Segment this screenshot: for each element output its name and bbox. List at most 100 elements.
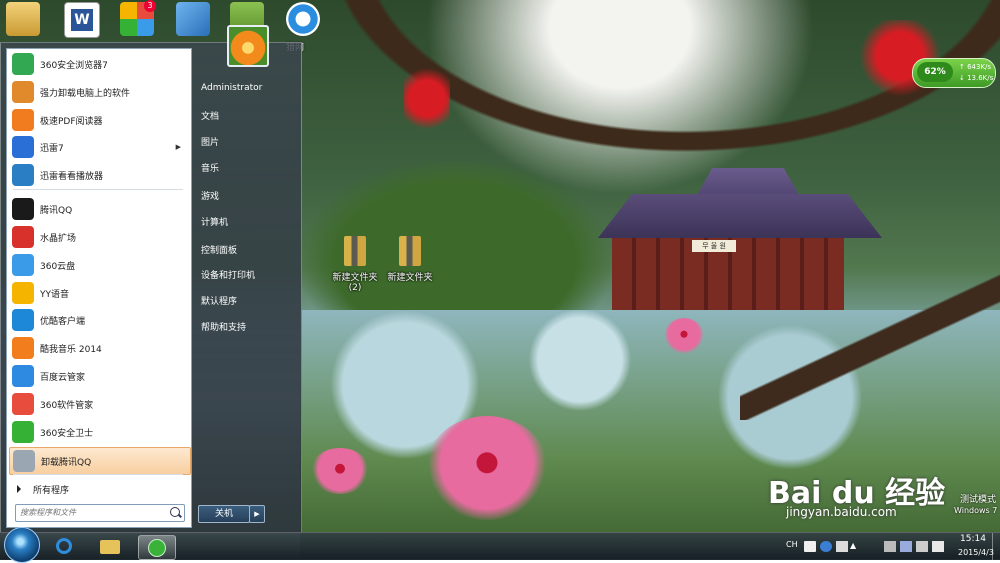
flag-icon[interactable] bbox=[932, 541, 944, 552]
folder-label-suffix: (2) bbox=[348, 283, 362, 293]
shutdown-button[interactable]: 关机 bbox=[198, 505, 250, 523]
right-item-computer[interactable]: 计算机 bbox=[201, 215, 228, 228]
recycle-icon bbox=[13, 450, 35, 472]
right-item-music[interactable]: 音乐 bbox=[201, 161, 219, 174]
network-tray-icon[interactable] bbox=[900, 541, 912, 552]
tree-branch-right bbox=[740, 270, 1000, 420]
hibiscus-flower bbox=[426, 416, 548, 520]
network-speed-widget[interactable]: 62% ↑ 643K/s ↓ 13.6K/s bbox=[912, 58, 996, 88]
folder-icon[interactable] bbox=[6, 2, 40, 36]
all-programs-button[interactable]: 所有程序 bbox=[9, 478, 189, 500]
program-item[interactable]: 360安全浏览器7 bbox=[9, 51, 189, 77]
tray-expand-icon[interactable]: ▲ bbox=[850, 541, 862, 552]
taskbar-explorer-button[interactable] bbox=[92, 535, 128, 558]
triangle-right-icon bbox=[17, 485, 21, 493]
program-label: 优酷客户端 bbox=[40, 316, 86, 327]
download-speed-value: 13.6K/s bbox=[967, 74, 994, 82]
upload-speed-value: 643K/s bbox=[967, 63, 992, 71]
checkbox-icon[interactable] bbox=[804, 541, 816, 552]
program-label: 迅雷看看播放器 bbox=[40, 171, 104, 182]
desktop-folder-2[interactable]: 新建文件夹 bbox=[380, 236, 440, 283]
program-item[interactable]: 360云盘 bbox=[9, 252, 189, 278]
crystal-icon bbox=[12, 226, 34, 248]
taskbar-360-button[interactable] bbox=[138, 535, 176, 560]
program-label: YY语音 bbox=[40, 289, 69, 300]
help-icon[interactable] bbox=[820, 541, 832, 552]
upload-speed: ↑ 643K/s bbox=[959, 63, 992, 71]
program-item[interactable]: 水晶扩场 bbox=[9, 224, 189, 250]
network-icon[interactable] bbox=[176, 2, 210, 36]
submenu-arrow-icon: ▶ bbox=[175, 143, 181, 151]
right-item-devices-printers[interactable]: 设备和打印机 bbox=[201, 268, 255, 281]
clock-time[interactable]: 15:14 bbox=[960, 534, 986, 544]
program-item[interactable]: 极速PDF阅读器 bbox=[9, 107, 189, 133]
program-item[interactable]: 百度云管家 bbox=[9, 363, 189, 389]
right-item-help-support[interactable]: 帮助和支持 bbox=[201, 320, 246, 333]
folder-icon bbox=[100, 540, 120, 554]
program-item[interactable]: 卸载腾讯QQ bbox=[9, 447, 191, 475]
right-item-games[interactable]: 游戏 bbox=[201, 189, 219, 202]
right-item-administrator[interactable]: Administrator bbox=[201, 83, 262, 93]
program-label: 水晶扩场 bbox=[40, 233, 77, 244]
program-label: 极速PDF阅读器 bbox=[40, 116, 103, 127]
device-icon[interactable] bbox=[884, 541, 896, 552]
browser-icon[interactable]: 猎网 bbox=[286, 2, 320, 53]
browser-360-icon bbox=[12, 53, 34, 75]
program-label: 腾讯QQ bbox=[40, 205, 73, 216]
program-item[interactable]: 360软件管家 bbox=[9, 391, 189, 417]
program-label: 强力卸载电脑上的软件 bbox=[40, 88, 131, 99]
program-label: 百度云管家 bbox=[40, 372, 86, 383]
right-item-pictures[interactable]: 图片 bbox=[201, 135, 219, 148]
xunlei-icon bbox=[12, 136, 34, 158]
pavilion-sign: 무 울 원 bbox=[692, 240, 736, 252]
search-box[interactable] bbox=[15, 504, 185, 522]
kankan-icon bbox=[12, 164, 34, 186]
taskbar: CH ▲ bbox=[0, 527, 1000, 563]
kuwo-icon bbox=[12, 337, 34, 359]
keyboard-icon[interactable] bbox=[836, 541, 848, 552]
baidu-watermark-url: jingyan.baidu.com bbox=[786, 505, 897, 519]
red-flowers bbox=[404, 68, 450, 144]
memory-percent: 62% bbox=[917, 62, 953, 82]
search-icon[interactable] bbox=[170, 507, 180, 517]
program-item[interactable]: 迅雷7 ▶ bbox=[9, 134, 189, 160]
badge-count: 3 bbox=[144, 0, 156, 12]
folder-label: 新建文件夹 bbox=[332, 273, 378, 283]
volume-icon[interactable] bbox=[916, 541, 928, 552]
baidu-cloud-icon bbox=[12, 365, 34, 387]
program-item[interactable]: 优酷客户端 bbox=[9, 307, 189, 333]
qq-icon bbox=[12, 198, 34, 220]
right-item-documents[interactable]: 文档 bbox=[201, 109, 219, 122]
software-manager-icon[interactable]: 3 bbox=[120, 0, 156, 36]
search-input[interactable] bbox=[16, 505, 160, 519]
all-programs-label: 所有程序 bbox=[33, 485, 70, 496]
start-menu: 360安全浏览器7 强力卸载电脑上的软件 极速PDF阅读器 迅雷7 ▶ 迅雷看看播放器 腾讯… bbox=[0, 25, 302, 534]
program-item[interactable]: 酷我音乐 2014 bbox=[9, 335, 189, 361]
desktop-folder-1[interactable]: 新建文件夹 (2) bbox=[325, 236, 385, 293]
right-item-control-panel[interactable]: 控制面板 bbox=[201, 243, 237, 256]
uninstall-icon bbox=[12, 81, 34, 103]
program-item[interactable]: 迅雷看看播放器 bbox=[9, 162, 189, 188]
pdf-icon bbox=[12, 109, 34, 131]
youku-icon bbox=[12, 309, 34, 331]
start-button[interactable] bbox=[4, 527, 40, 563]
shutdown-options-button[interactable]: ▶ bbox=[249, 505, 265, 523]
360-browser-icon bbox=[148, 539, 166, 557]
language-indicator[interactable]: CH bbox=[786, 540, 798, 549]
user-avatar[interactable] bbox=[227, 25, 269, 67]
word-icon[interactable]: W bbox=[64, 2, 100, 38]
program-item[interactable]: YY语音 bbox=[9, 280, 189, 306]
taskbar-ie-button[interactable] bbox=[46, 535, 82, 558]
program-label: 卸载腾讯QQ bbox=[41, 457, 92, 468]
program-item[interactable]: 强力卸载电脑上的软件 bbox=[9, 79, 189, 105]
softmgr-icon bbox=[12, 393, 34, 415]
clock-date[interactable]: 2015/4/3 bbox=[958, 548, 994, 557]
ie-icon bbox=[56, 538, 72, 554]
program-item[interactable]: 360安全卫士 bbox=[9, 419, 189, 445]
program-label: 酷我音乐 2014 bbox=[40, 344, 102, 355]
menu-separator bbox=[13, 189, 183, 190]
program-label: 迅雷7 bbox=[40, 143, 64, 154]
right-item-default-programs[interactable]: 默认程序 bbox=[201, 294, 237, 307]
hibiscus-flower-small bbox=[664, 318, 704, 354]
program-item[interactable]: 腾讯QQ bbox=[9, 196, 189, 222]
